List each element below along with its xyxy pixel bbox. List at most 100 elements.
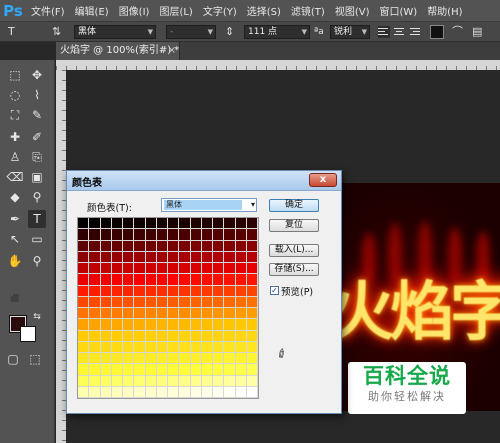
color-swatch[interactable] [123, 229, 135, 241]
color-swatch[interactable] [179, 218, 191, 230]
color-swatch[interactable] [190, 251, 202, 263]
color-swatch[interactable] [89, 319, 101, 331]
color-swatch[interactable] [111, 341, 123, 353]
color-swatch[interactable] [213, 251, 225, 263]
color-swatch[interactable] [201, 251, 213, 263]
color-swatch[interactable] [179, 375, 191, 387]
color-swatch[interactable] [111, 274, 123, 286]
color-swatch[interactable] [78, 364, 90, 376]
color-swatch[interactable] [168, 229, 180, 241]
color-swatch[interactable] [111, 251, 123, 263]
color-swatch[interactable] [179, 386, 191, 398]
color-swatch[interactable] [134, 296, 146, 308]
color-swatch[interactable] [246, 274, 258, 286]
color-swatch[interactable] [123, 330, 135, 342]
color-swatch[interactable] [168, 285, 180, 297]
color-swatch[interactable] [168, 308, 180, 320]
color-swatch[interactable] [190, 218, 202, 230]
color-swatch[interactable] [190, 296, 202, 308]
color-swatch[interactable] [156, 251, 168, 263]
color-swatch[interactable] [224, 285, 236, 297]
color-swatch[interactable] [89, 240, 101, 252]
close-button[interactable]: x [309, 173, 337, 187]
color-swatch[interactable] [100, 364, 112, 376]
color-swatch[interactable] [213, 296, 225, 308]
color-swatch[interactable] [111, 285, 123, 297]
color-swatch[interactable] [246, 341, 258, 353]
lasso-tool-icon[interactable]: ◌ [6, 86, 24, 104]
color-swatch[interactable] [190, 274, 202, 286]
color-swatch[interactable] [168, 353, 180, 365]
align-center-button[interactable] [394, 26, 406, 38]
color-swatch[interactable] [190, 375, 202, 387]
menu-help[interactable]: 帮助(H) [422, 3, 467, 18]
color-swatch[interactable] [100, 240, 112, 252]
menu-view[interactable]: 视图(V) [330, 3, 375, 18]
color-swatch[interactable] [111, 353, 123, 365]
color-swatch[interactable] [89, 296, 101, 308]
color-swatch[interactable] [89, 364, 101, 376]
color-swatch[interactable] [123, 364, 135, 376]
color-swatch[interactable] [78, 251, 90, 263]
color-swatch[interactable] [145, 240, 157, 252]
color-swatch[interactable] [235, 285, 247, 297]
color-swatch[interactable] [179, 285, 191, 297]
color-swatch[interactable] [134, 251, 146, 263]
load-button[interactable]: 载入(L)... [269, 244, 319, 257]
dodge-tool-icon[interactable]: ⚲ [28, 188, 46, 206]
color-swatch[interactable] [111, 364, 123, 376]
color-swatch[interactable] [213, 353, 225, 365]
path-selection-tool-icon[interactable]: ↖ [6, 230, 24, 248]
color-swatch[interactable] [168, 240, 180, 252]
color-swatch[interactable] [190, 364, 202, 376]
color-swatch[interactable] [100, 341, 112, 353]
color-swatch[interactable] [213, 274, 225, 286]
color-swatch[interactable] [156, 375, 168, 387]
color-swatch[interactable] [156, 240, 168, 252]
color-swatch[interactable] [179, 251, 191, 263]
color-swatch[interactable] [111, 240, 123, 252]
pen-tool-icon[interactable]: ✒ [6, 210, 24, 228]
color-swatch[interactable] [168, 218, 180, 230]
color-swatch[interactable] [168, 251, 180, 263]
color-swatch[interactable] [179, 364, 191, 376]
color-swatch[interactable] [89, 375, 101, 387]
color-swatch[interactable] [235, 296, 247, 308]
close-icon[interactable]: × [168, 42, 176, 60]
warp-text-icon[interactable]: ⌒ [452, 25, 466, 39]
color-swatch[interactable] [134, 330, 146, 342]
color-swatch[interactable] [190, 330, 202, 342]
color-swatch[interactable] [156, 386, 168, 398]
color-swatch[interactable] [100, 308, 112, 320]
color-swatch[interactable] [100, 296, 112, 308]
color-swatch[interactable] [145, 386, 157, 398]
color-swatch[interactable] [224, 353, 236, 365]
ok-button[interactable]: 确定 [269, 199, 319, 212]
color-swatch[interactable] [224, 364, 236, 376]
color-swatch[interactable] [100, 263, 112, 275]
color-swatch[interactable] [246, 218, 258, 230]
color-swatch[interactable] [190, 308, 202, 320]
color-swatch[interactable] [78, 386, 90, 398]
color-swatch[interactable] [123, 285, 135, 297]
color-swatch[interactable] [100, 229, 112, 241]
swap-colors-icon[interactable]: ⇆ [28, 308, 46, 326]
color-swatch[interactable] [168, 375, 180, 387]
menu-type[interactable]: 文字(Y) [198, 3, 242, 18]
color-swatch[interactable] [213, 308, 225, 320]
color-swatch[interactable] [134, 229, 146, 241]
color-swatch[interactable] [134, 375, 146, 387]
document-tab[interactable]: 火焰字 @ 100%(索引#) * × [56, 42, 180, 60]
align-left-button[interactable] [378, 26, 390, 38]
color-swatch[interactable] [246, 319, 258, 331]
move-tool-icon[interactable]: ✥ [28, 66, 46, 84]
color-swatch[interactable] [224, 263, 236, 275]
color-swatch[interactable] [246, 263, 258, 275]
color-swatch[interactable] [156, 353, 168, 365]
color-swatch[interactable] [224, 296, 236, 308]
color-swatch[interactable] [246, 353, 258, 365]
brush-tool-icon[interactable]: ✐ [28, 128, 46, 146]
color-swatch[interactable] [156, 285, 168, 297]
color-swatch[interactable] [179, 296, 191, 308]
color-swatch[interactable] [89, 251, 101, 263]
